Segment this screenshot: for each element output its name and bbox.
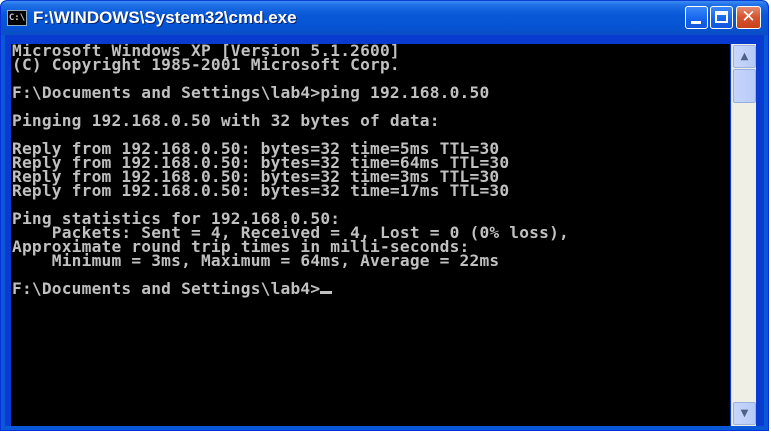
maximize-button[interactable] xyxy=(710,6,733,29)
vertical-scrollbar[interactable]: ▲ ▼ xyxy=(731,44,756,426)
close-icon: ✕ xyxy=(741,7,756,27)
close-button[interactable]: ✕ xyxy=(736,6,761,29)
console-output[interactable]: Microsoft Windows XP [Version 5.1.2600] … xyxy=(11,44,730,426)
minimize-button[interactable] xyxy=(685,6,708,29)
command-prompt-line[interactable]: F:\Documents and Settings\lab4> xyxy=(11,279,730,298)
title-bar[interactable]: C:\ F:\WINDOWS\System32\cmd.exe ✕ xyxy=(1,1,768,35)
scroll-down-button[interactable]: ▼ xyxy=(733,402,756,425)
text-cursor xyxy=(320,291,333,294)
window-title: F:\WINDOWS\System32\cmd.exe xyxy=(33,8,297,27)
cmd-app-icon[interactable]: C:\ xyxy=(7,10,27,26)
console-line: (C) Copyright 1985-2001 Microsoft Corp. xyxy=(12,55,400,74)
command-prompt: F:\Documents and Settings\lab4> xyxy=(12,279,321,298)
scroll-thumb[interactable] xyxy=(733,69,756,103)
console-line: Reply from 192.168.0.50: bytes=32 time=1… xyxy=(12,181,510,200)
maximize-icon xyxy=(715,11,728,23)
console-line: F:\Documents and Settings\lab4>ping 192.… xyxy=(12,83,490,102)
console-line: Minimum = 3ms, Maximum = 64ms, Average =… xyxy=(12,251,500,270)
console-line: Pinging 192.168.0.50 with 32 bytes of da… xyxy=(12,111,440,130)
scroll-up-button[interactable]: ▲ xyxy=(733,45,756,68)
minimize-icon xyxy=(691,21,701,24)
